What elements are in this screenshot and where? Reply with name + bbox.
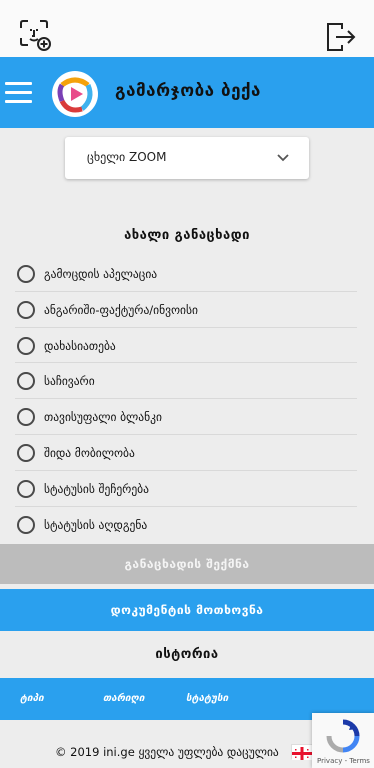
history-col-type[interactable]: ტიპი [20, 693, 44, 704]
request-option[interactable]: საჩივარი [0, 363, 374, 400]
radio-icon[interactable] [17, 300, 35, 319]
radio-icon[interactable] [17, 372, 35, 391]
face-scan-add-icon[interactable] [18, 18, 52, 52]
app-header: გამარჯობა ბექა [0, 57, 374, 128]
top-toolbar [0, 0, 374, 57]
option-label: დახასიათება [44, 338, 116, 353]
recaptcha-icon [326, 719, 360, 753]
zoom-select-value: ცხელი ZOOM [87, 150, 167, 164]
hamburger-menu-icon[interactable] [5, 82, 32, 104]
app-logo [52, 71, 98, 117]
footer-copyright: © 2019 ini.ge ყველა უფლება დაცულია [55, 745, 279, 759]
history-title: ისტორია [155, 647, 219, 662]
option-label: თავისუფალი ბლანკი [44, 410, 162, 425]
radio-icon[interactable] [17, 479, 35, 498]
radio-icon[interactable] [17, 336, 35, 355]
history-col-date[interactable]: თარიღი [103, 693, 144, 704]
history-col-status[interactable]: სტატუსი [186, 693, 228, 704]
radio-icon[interactable] [17, 515, 35, 534]
request-option[interactable]: სტატუსის შეჩერება [0, 471, 374, 507]
option-label: სტატუსის შეჩერება [44, 481, 149, 496]
request-type-list: გამოცდის აპელაცია ანგარიში-ფაქტურა/ინვოი… [0, 256, 374, 542]
option-label: გამოცდის აპელაცია [44, 267, 158, 281]
request-document-button[interactable]: დოკუმენტის მოთხოვნა [0, 589, 374, 631]
request-option[interactable]: თავისუფალი ბლანკი [0, 399, 374, 435]
create-request-button[interactable]: განაცხადის შექმნა [0, 544, 374, 584]
option-label: შიდა მობილობა [44, 445, 135, 460]
georgia-flag-icon[interactable] [291, 744, 313, 760]
request-option[interactable]: შიდა მობილობა [0, 435, 374, 471]
request-option[interactable]: დახასიათება [0, 328, 374, 364]
radio-icon[interactable] [17, 408, 35, 427]
radio-icon[interactable] [17, 443, 35, 462]
option-label: საჩივარი [44, 374, 95, 389]
option-label: სტატუსის აღდგენა [44, 517, 148, 532]
request-option[interactable]: გამოცდის აპელაცია [0, 256, 374, 292]
request-option[interactable]: სტატუსის აღდგენა [0, 507, 374, 543]
new-request-title: ახალი განაცხადი [124, 228, 250, 243]
radio-icon[interactable] [17, 265, 35, 283]
request-option[interactable]: ანგარიში-ფაქტურა/ინვოისი [0, 292, 374, 328]
recaptcha-privacy-terms[interactable]: Privacy - Terms [317, 757, 370, 765]
logout-icon[interactable] [325, 21, 357, 53]
zoom-select[interactable]: ცხელი ZOOM [65, 137, 309, 179]
option-label: ანგარიში-ფაქტურა/ინვოისი [44, 302, 198, 317]
greeting-title: გამარჯობა ბექა [115, 81, 261, 101]
chevron-down-icon [277, 154, 289, 162]
recaptcha-badge[interactable]: Privacy - Terms [312, 713, 374, 768]
